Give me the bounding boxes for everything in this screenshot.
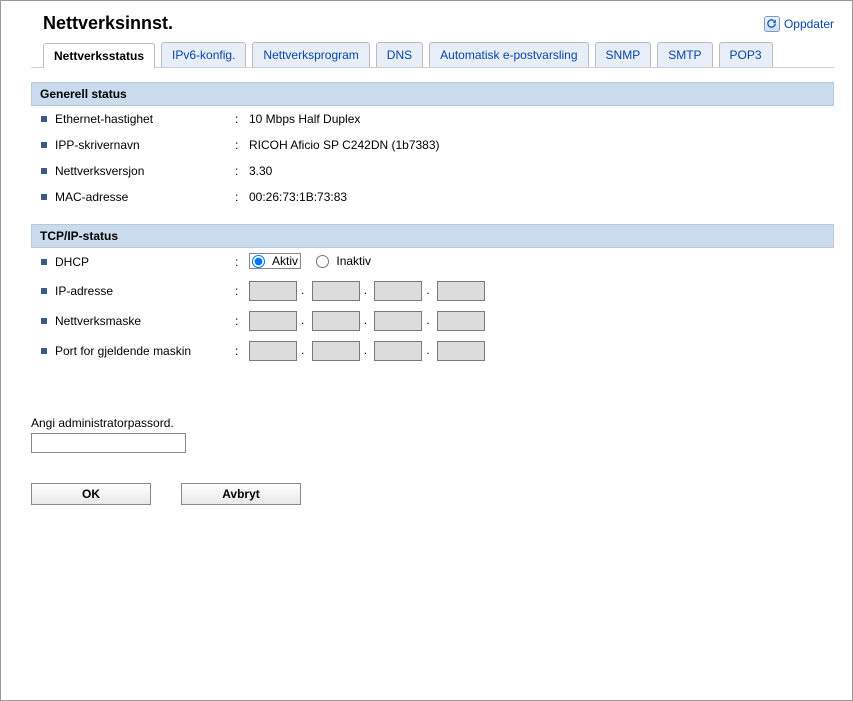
ok-button[interactable]: OK xyxy=(31,483,151,505)
general-status-header: Generell status xyxy=(31,82,834,106)
dhcp-active-option[interactable]: Aktiv xyxy=(249,253,301,269)
colon: : xyxy=(235,138,249,152)
row-ip-address: IP-adresse : . . . xyxy=(31,276,834,306)
mask-octet-4[interactable] xyxy=(437,311,485,331)
ipp-name-label: IPP-skrivernavn xyxy=(55,138,235,152)
ip-octet-3[interactable] xyxy=(374,281,422,301)
dhcp-inactive-radio[interactable] xyxy=(316,255,329,268)
colon: : xyxy=(235,314,249,328)
dhcp-label: DHCP xyxy=(55,255,235,269)
bullet-icon xyxy=(41,348,47,354)
tab-network-program[interactable]: Nettverksprogram xyxy=(252,42,369,67)
tab-dns[interactable]: DNS xyxy=(376,42,423,67)
refresh-label: Oppdater xyxy=(784,17,834,31)
ip-label: IP-adresse xyxy=(55,284,235,298)
gateway-octet-1[interactable] xyxy=(249,341,297,361)
colon: : xyxy=(235,112,249,126)
row-ipp-name: IPP-skrivernavn : RICOH Aficio SP C242DN… xyxy=(31,132,834,158)
tab-smtp[interactable]: SMTP xyxy=(657,42,712,67)
ip-octet-2[interactable] xyxy=(312,281,360,301)
tab-auto-email[interactable]: Automatisk e-postvarsling xyxy=(429,42,588,67)
colon: : xyxy=(235,190,249,204)
mac-label: MAC-adresse xyxy=(55,190,235,204)
network-version-value: 3.30 xyxy=(249,164,834,178)
tab-network-status[interactable]: Nettverksstatus xyxy=(43,43,155,68)
ip-octet-1[interactable] xyxy=(249,281,297,301)
ipp-name-value: RICOH Aficio SP C242DN (1b7383) xyxy=(249,138,834,152)
mask-label: Nettverksmaske xyxy=(55,314,235,328)
gateway-label: Port for gjeldende maskin xyxy=(55,344,235,358)
colon: : xyxy=(235,164,249,178)
row-dhcp: DHCP : Aktiv Inaktiv xyxy=(31,248,834,276)
tab-ipv6-config[interactable]: IPv6-konfig. xyxy=(161,42,246,67)
admin-password-input[interactable] xyxy=(31,433,186,453)
refresh-icon xyxy=(764,16,780,32)
tab-snmp[interactable]: SNMP xyxy=(595,42,652,67)
colon: : xyxy=(235,344,249,358)
row-ethernet-speed: Ethernet-hastighet : 10 Mbps Half Duplex xyxy=(31,106,834,132)
row-subnet-mask: Nettverksmaske : . . . xyxy=(31,306,834,336)
tcpip-status-header: TCP/IP-status xyxy=(31,224,834,248)
row-mac-address: MAC-adresse : 00:26:73:1B:73:83 xyxy=(31,184,834,210)
dhcp-active-radio[interactable] xyxy=(252,255,265,268)
dhcp-inactive-label: Inaktiv xyxy=(336,254,371,268)
bullet-icon xyxy=(41,259,47,265)
colon: : xyxy=(235,255,249,269)
bullet-icon xyxy=(41,194,47,200)
gateway-octet-3[interactable] xyxy=(374,341,422,361)
cancel-button[interactable]: Avbryt xyxy=(181,483,301,505)
row-gateway: Port for gjeldende maskin : . . . xyxy=(31,336,834,366)
tabs: Nettverksstatus IPv6-konfig. Nettverkspr… xyxy=(31,42,834,68)
row-network-version: Nettverksversjon : 3.30 xyxy=(31,158,834,184)
mask-octet-1[interactable] xyxy=(249,311,297,331)
ethernet-speed-label: Ethernet-hastighet xyxy=(55,112,235,126)
mask-octet-3[interactable] xyxy=(374,311,422,331)
page-title: Nettverksinnst. xyxy=(43,13,173,34)
bullet-icon xyxy=(41,168,47,174)
dhcp-active-label: Aktiv xyxy=(272,254,298,268)
gateway-octet-2[interactable] xyxy=(312,341,360,361)
bullet-icon xyxy=(41,288,47,294)
colon: : xyxy=(235,284,249,298)
admin-password-prompt: Angi administratorpassord. xyxy=(31,416,834,430)
bullet-icon xyxy=(41,318,47,324)
gateway-octet-4[interactable] xyxy=(437,341,485,361)
mac-value: 00:26:73:1B:73:83 xyxy=(249,190,834,204)
refresh-button[interactable]: Oppdater xyxy=(764,16,834,32)
dhcp-inactive-option[interactable]: Inaktiv xyxy=(316,254,371,268)
ip-octet-4[interactable] xyxy=(437,281,485,301)
bullet-icon xyxy=(41,116,47,122)
ethernet-speed-value: 10 Mbps Half Duplex xyxy=(249,112,834,126)
network-version-label: Nettverksversjon xyxy=(55,164,235,178)
mask-octet-2[interactable] xyxy=(312,311,360,331)
tab-pop3[interactable]: POP3 xyxy=(719,42,773,67)
bullet-icon xyxy=(41,142,47,148)
